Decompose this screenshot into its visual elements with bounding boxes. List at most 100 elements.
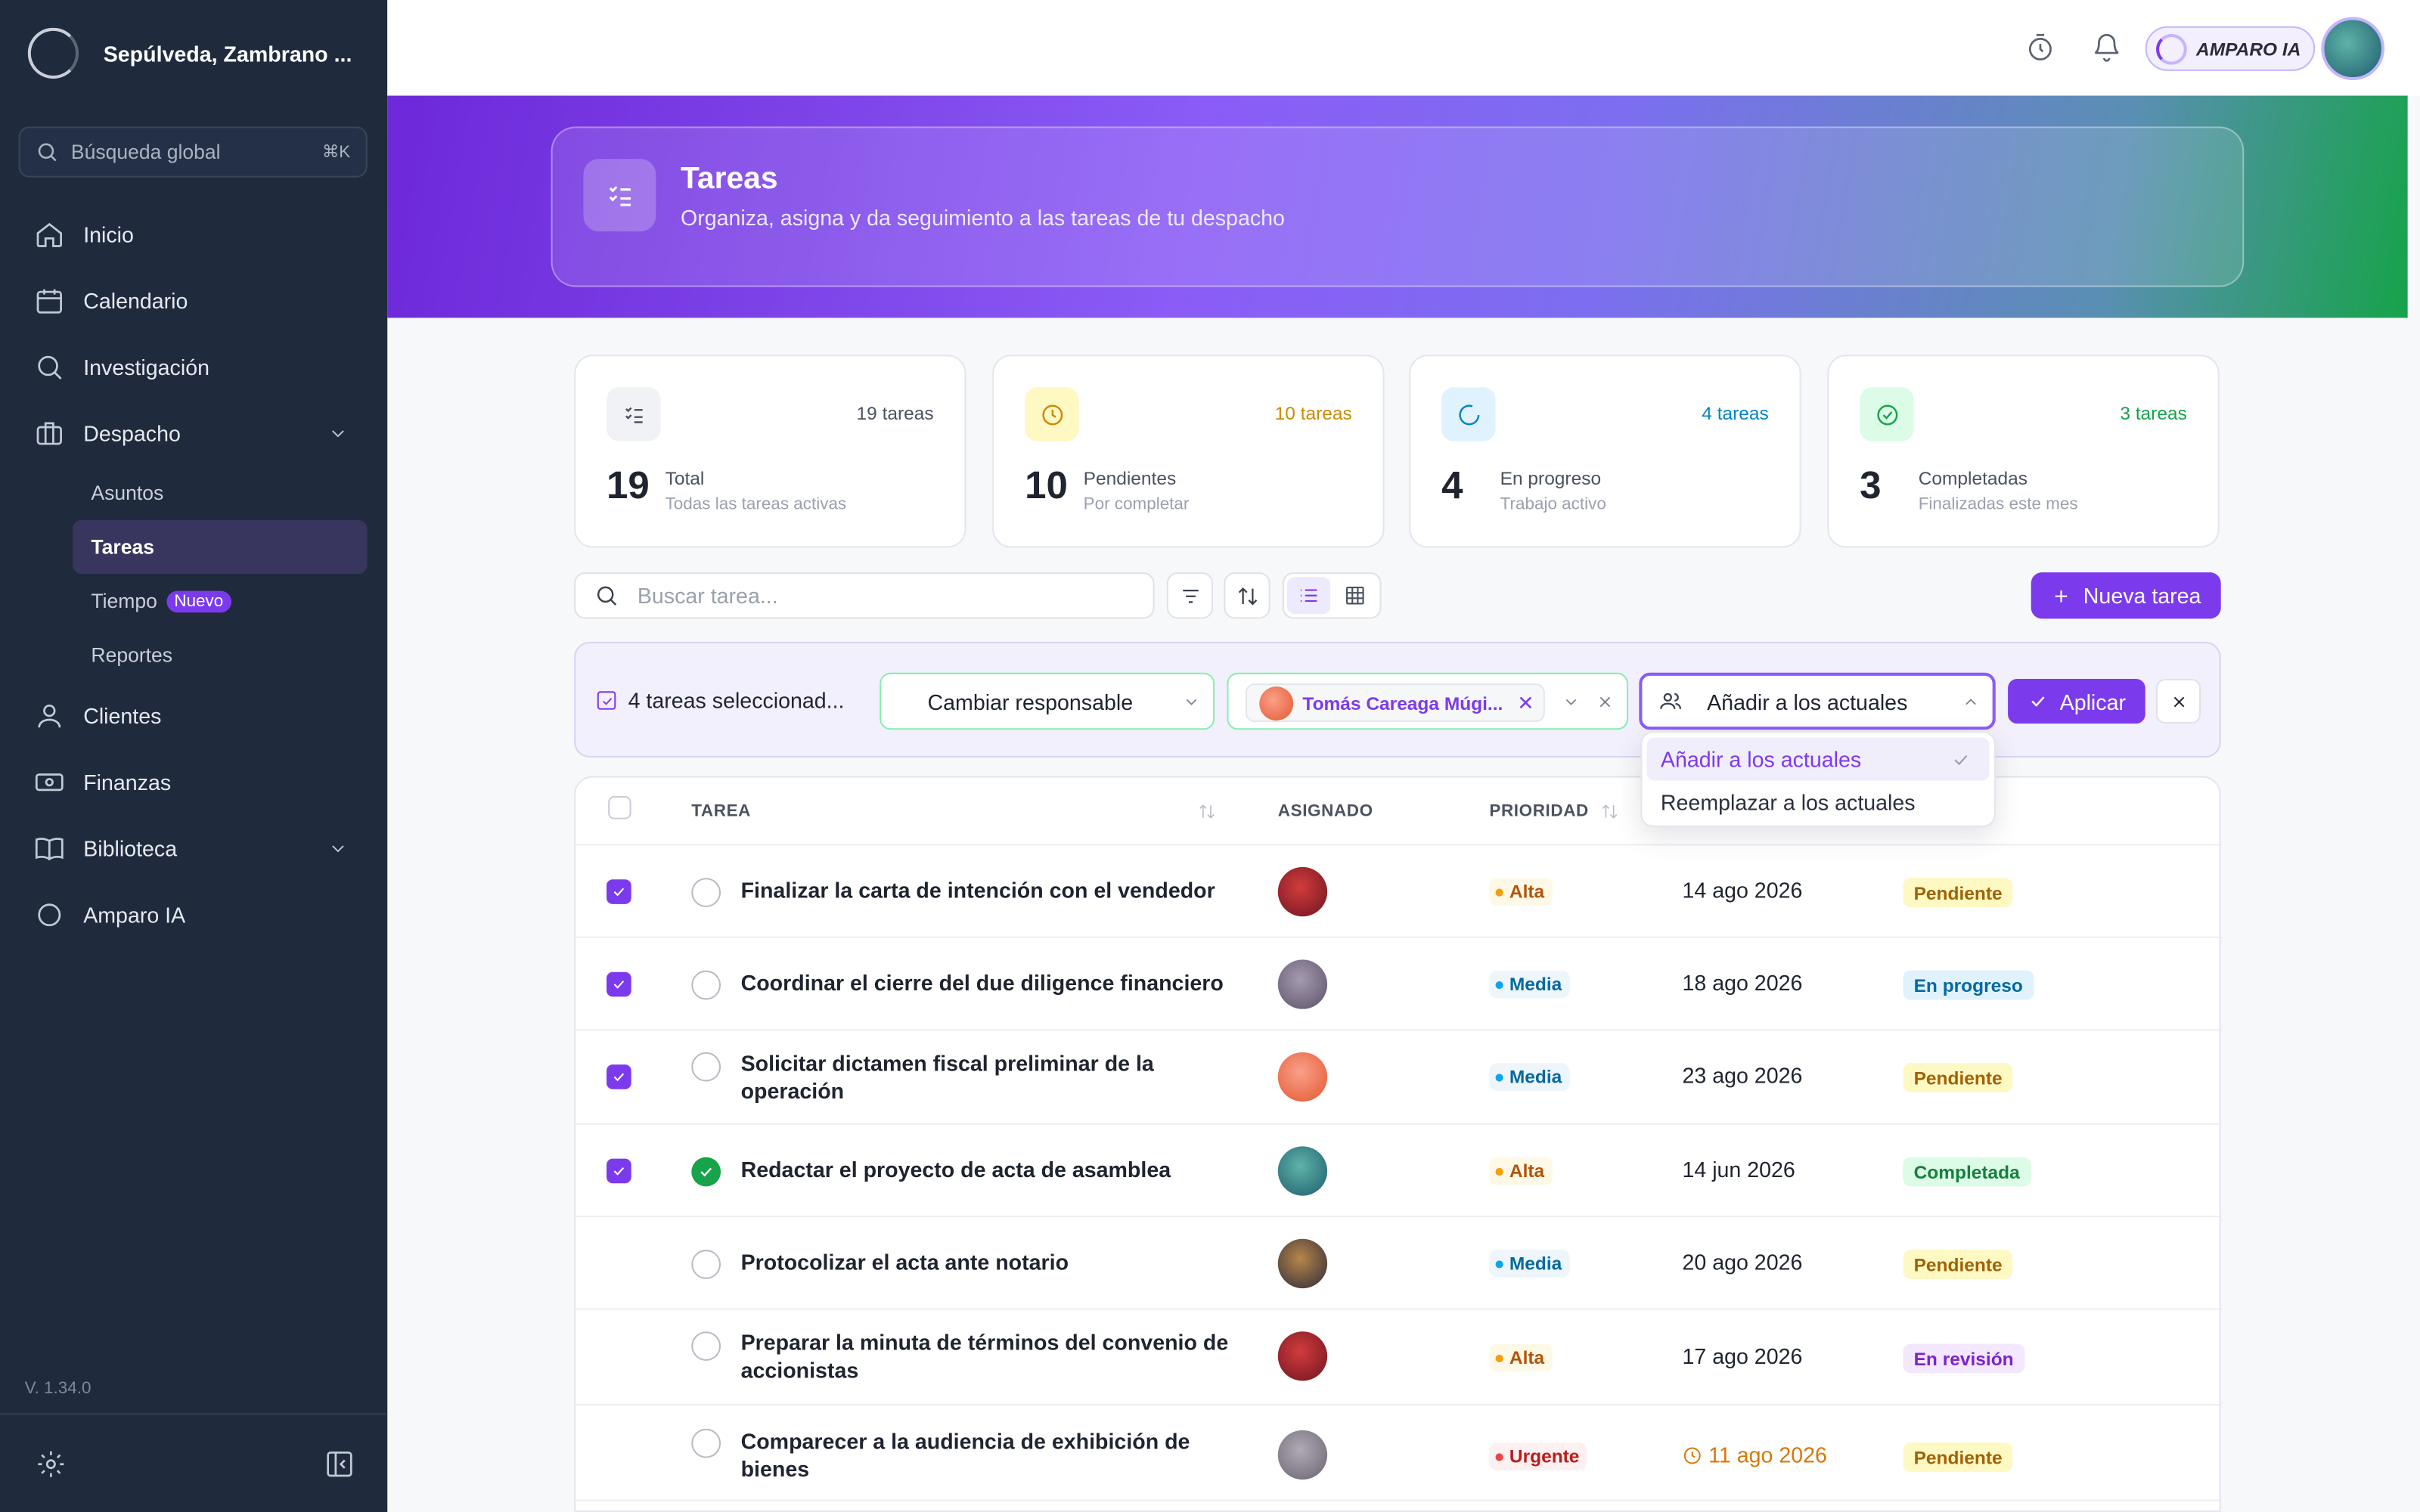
due-date: 17 ago 2026: [1682, 1344, 1802, 1369]
menu-item-add[interactable]: Añadir a los actuales: [1646, 737, 1990, 781]
task-done-icon[interactable]: [691, 1157, 721, 1187]
table-row[interactable]: Solicitar dictamen fiscal preliminar de …: [576, 1030, 2220, 1125]
due-date-label: 23 ago 2026: [1682, 1063, 1803, 1088]
sidebar-item-label: Despacho: [83, 420, 181, 445]
task-status-toggle[interactable]: [691, 1250, 721, 1279]
task-search-input[interactable]: [637, 583, 1101, 609]
sort-button[interactable]: [1224, 572, 1270, 619]
priority-label: Media: [1509, 973, 1562, 996]
workspace-switcher[interactable]: Sepúlveda, Zambrano ...: [27, 27, 352, 79]
page-header: Tareas Organiza, asigna y da seguimiento…: [387, 95, 2408, 318]
sort-icon[interactable]: [1600, 802, 1618, 820]
chevron-down-icon[interactable]: [1562, 692, 1580, 711]
new-task-button[interactable]: Nueva tarea: [2031, 572, 2221, 619]
task-name[interactable]: Finalizar la carta de intención con el v…: [741, 876, 1250, 904]
sidebar-item-clientes[interactable]: Clientes: [18, 682, 367, 748]
row-checkbox[interactable]: [607, 1158, 631, 1184]
assignee-select[interactable]: Tomás Careaga Múgi... ✕: [1227, 672, 1629, 730]
chevron-down-icon[interactable]: [327, 837, 349, 859]
column-header-priority[interactable]: PRIORIDAD: [1489, 802, 1589, 820]
timer-icon[interactable]: [2025, 33, 2056, 64]
assignee-avatar[interactable]: [1277, 959, 1328, 1009]
workspace-name: Sepúlveda, Zambrano ...: [103, 41, 352, 66]
menu-item-replace[interactable]: Reemplazar a los actuales: [1647, 781, 1990, 824]
sidebar-item-reportes[interactable]: Reportes: [73, 628, 368, 682]
close-bulk-button[interactable]: [2155, 678, 2201, 724]
table-row[interactable]: Comparecer a la audiencia de exhibición …: [576, 1405, 2220, 1501]
apply-button[interactable]: Aplicar: [2008, 678, 2145, 724]
column-header-task[interactable]: TAREA: [691, 802, 751, 820]
table-row[interactable]: Protocolizar el acta ante notario Media …: [576, 1217, 2220, 1310]
ring-icon: [38, 903, 61, 926]
filter-icon: [1182, 588, 1198, 603]
table-row[interactable]: Preparar la minuta de términos del conve…: [576, 1310, 2220, 1406]
task-status-toggle[interactable]: [691, 1428, 721, 1458]
row-checkbox[interactable]: [607, 971, 631, 997]
assignee-avatar[interactable]: [1277, 1430, 1328, 1480]
task-name[interactable]: Comparecer a la audiencia de exhibición …: [741, 1427, 1250, 1483]
task-status-toggle[interactable]: [691, 1052, 721, 1082]
chevron-down-icon: [1186, 698, 1197, 705]
task-name[interactable]: Coordinar el cierre del due diligence fi…: [741, 969, 1250, 997]
tasks-table: TAREA ASIGNADO PRIORIDAD Finalizar la ca…: [574, 776, 2221, 1512]
global-search[interactable]: Búsqueda global ⌘K: [18, 126, 368, 178]
sidebar-item-inicio[interactable]: Inicio: [18, 200, 367, 267]
sidebar-item-calendario[interactable]: Calendario: [18, 267, 367, 333]
task-name[interactable]: Preparar la minuta de términos del conve…: [741, 1328, 1250, 1383]
sidebar-item-investigacion[interactable]: Investigación: [18, 333, 367, 400]
collapse-sidebar-icon[interactable]: [324, 1448, 355, 1479]
clear-icon[interactable]: [1596, 692, 1614, 711]
sidebar-item-biblioteca[interactable]: Biblioteca: [18, 815, 367, 881]
users-icon: [1660, 692, 1682, 709]
table-row[interactable]: Coordinar el cierre del due diligence fi…: [576, 938, 2220, 1031]
bell-icon[interactable]: [2091, 33, 2122, 64]
task-name[interactable]: Solicitar dictamen fiscal preliminar de …: [741, 1049, 1250, 1105]
assignee-avatar[interactable]: [1277, 866, 1328, 917]
user-avatar[interactable]: [2321, 17, 2385, 81]
bulk-action-select[interactable]: Cambiar responsable: [880, 672, 1215, 730]
sidebar-item-amparo[interactable]: Amparo IA: [18, 881, 367, 947]
filter-button[interactable]: [1166, 572, 1214, 619]
task-status-toggle[interactable]: [691, 970, 721, 1000]
due-date: 14 ago 2026: [1682, 878, 1802, 903]
assign-mode-select[interactable]: Añadir a los actuales: [1639, 672, 1996, 730]
column-header-assigned[interactable]: ASIGNADO: [1278, 802, 1373, 820]
sidebar-nav: Inicio Calendario Investigación Despacho…: [18, 200, 368, 947]
assignee-avatar[interactable]: [1277, 1331, 1328, 1381]
row-checkbox[interactable]: [607, 1064, 631, 1089]
row-checkbox[interactable]: [607, 879, 631, 904]
priority-label: Alta: [1509, 881, 1545, 903]
task-name[interactable]: Protocolizar el acta ante notario: [741, 1248, 1250, 1276]
sidebar-item-finanzas[interactable]: Finanzas: [18, 748, 367, 815]
sidebar-item-tiempo[interactable]: Tiempo Nuevo: [73, 574, 368, 627]
list-view-button[interactable]: [1287, 577, 1331, 615]
amparo-ring-icon: [2155, 33, 2187, 64]
chevron-down-icon[interactable]: [327, 422, 349, 444]
status-badge: Pendiente: [1903, 1063, 2013, 1092]
stat-label: Pendientes: [1083, 467, 1177, 489]
task-status-toggle[interactable]: [691, 1331, 721, 1361]
assignee-avatar[interactable]: [1277, 1146, 1328, 1196]
table-row[interactable]: Finalizar la carta de intención con el v…: [576, 845, 2220, 938]
sort-icon[interactable]: [1198, 802, 1216, 820]
stat-count: 4 tareas: [1702, 402, 1769, 425]
assignee-avatar[interactable]: [1277, 1238, 1328, 1289]
sidebar-item-label: Amparo IA: [83, 901, 186, 927]
menu-item-label: Reemplazar a los actuales: [1660, 789, 1916, 815]
global-search-label: Búsqueda global: [70, 140, 221, 164]
sidebar-item-tareas[interactable]: Tareas: [72, 519, 368, 575]
assignee-avatar[interactable]: [1277, 1052, 1328, 1102]
remove-assignee-icon[interactable]: ✕: [1517, 690, 1534, 715]
select-all-checkbox[interactable]: [608, 796, 631, 820]
gear-icon[interactable]: [36, 1448, 67, 1479]
task-name[interactable]: Redactar el proyecto de acta de asamblea: [741, 1156, 1250, 1184]
amparo-ia-button[interactable]: AMPARO IA: [2145, 26, 2316, 71]
task-status-toggle[interactable]: [691, 878, 721, 907]
sidebar-item-despacho[interactable]: Despacho: [18, 400, 367, 466]
sidebar-item-asuntos[interactable]: Asuntos: [73, 466, 368, 519]
stat-label: Total: [665, 467, 705, 489]
grid-view-button[interactable]: [1333, 577, 1376, 614]
table-row[interactable]: Redactar el proyecto de acta de asamblea…: [576, 1125, 2220, 1218]
plus-icon: [2055, 590, 2067, 602]
stat-sublabel: Trabajo activo: [1500, 495, 1606, 514]
